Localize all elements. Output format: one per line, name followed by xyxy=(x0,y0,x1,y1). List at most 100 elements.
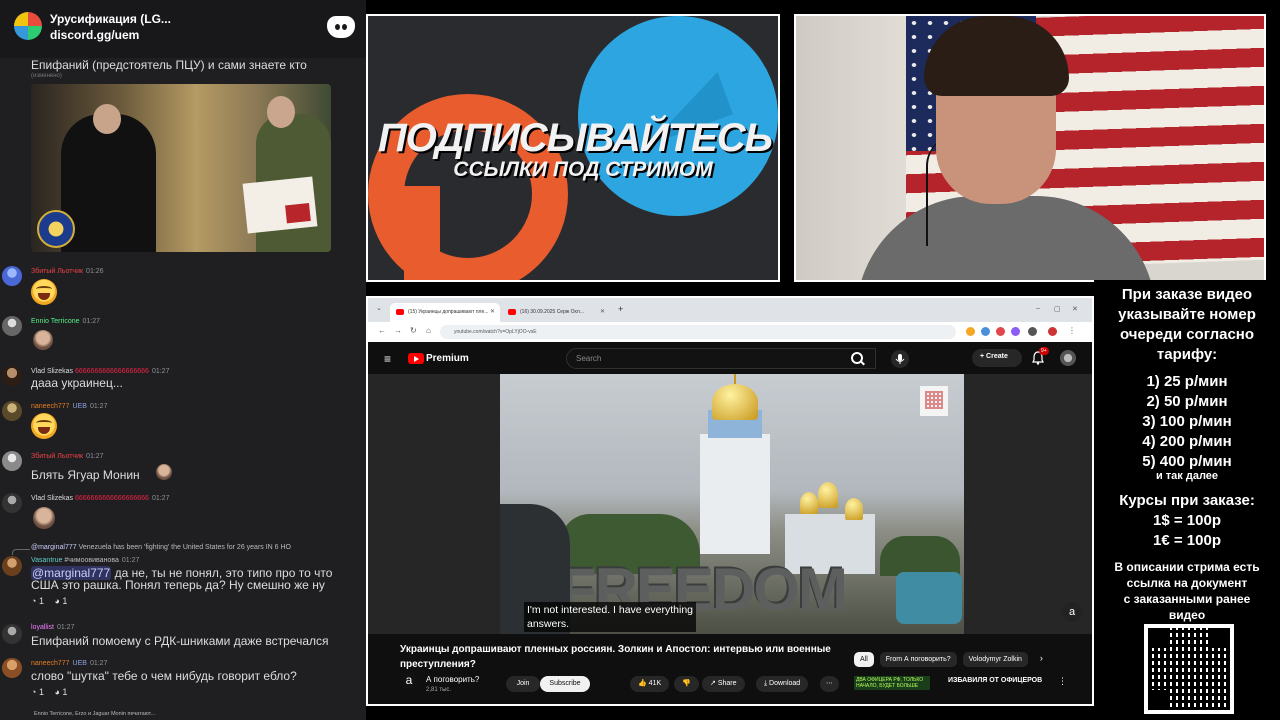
youtube-brand[interactable]: Premium xyxy=(426,353,469,364)
timestamp: 01:27 xyxy=(56,624,75,631)
avatar[interactable] xyxy=(2,366,22,386)
avatar[interactable] xyxy=(2,624,22,644)
discord-logo-icon xyxy=(327,16,355,38)
extensions-puzzle-icon[interactable] xyxy=(1028,327,1037,336)
video-title: Украинцы допрашивают пленных россиян. Зо… xyxy=(400,644,831,670)
like-button[interactable]: 👍 41K xyxy=(630,676,670,692)
more-icon[interactable]: ⋮ xyxy=(1058,676,1067,687)
price-tier: 5) 400 р/мин xyxy=(1142,453,1232,470)
reactions[interactable]: ◔ 1 ◕ 1 xyxy=(31,687,75,697)
message-header: Ennio Terricone 01:27 xyxy=(31,318,100,325)
avatar[interactable] xyxy=(2,316,22,336)
username[interactable]: Vlad Slizekas xyxy=(31,495,73,502)
username[interactable]: Ennio Terricone xyxy=(31,318,80,325)
channel-avatar[interactable]: а xyxy=(400,672,418,690)
description-line: с заказанными ранее xyxy=(1123,592,1251,606)
browser-tab[interactable]: (16) 30.09.2025 Серж Охл... ✕ xyxy=(502,303,610,322)
close-icon[interactable]: ✕ xyxy=(490,308,495,315)
avatar[interactable] xyxy=(2,451,22,471)
home-icon[interactable]: ⌂ xyxy=(426,326,431,335)
reaction[interactable]: ◕ 1 xyxy=(54,596,71,606)
reaction[interactable]: ◔ 1 xyxy=(31,596,48,606)
download-button[interactable]: ⤓ Download xyxy=(756,676,809,692)
channel-watermark-icon[interactable]: a xyxy=(1062,602,1082,622)
extension-icon[interactable] xyxy=(966,327,975,336)
menu-kebab-icon[interactable]: ⋮ xyxy=(1068,326,1076,335)
search-input[interactable]: Search xyxy=(566,348,876,369)
join-button[interactable]: Join xyxy=(506,676,540,692)
video-player[interactable]: FREEDOM I'm not interested. I have every… xyxy=(500,374,964,634)
message-header: Vlad Slizekas 6666666666666666666 01:27 xyxy=(31,495,169,502)
server-banner[interactable]: Урусификация (LG... discord.gg/uem xyxy=(0,0,366,58)
username[interactable]: naneech777 xyxy=(31,403,70,410)
server-icon xyxy=(14,12,42,40)
avatar[interactable] xyxy=(2,556,22,576)
share-button[interactable]: ↗ Share xyxy=(702,676,745,692)
account-avatar[interactable] xyxy=(1060,350,1076,366)
avatar[interactable] xyxy=(2,658,22,678)
username[interactable]: loyallist xyxy=(31,624,54,631)
forward-icon[interactable]: → xyxy=(394,326,402,335)
golden-dome xyxy=(712,384,758,420)
username[interactable]: Vlad Slizekas xyxy=(31,368,73,375)
price-tier: 4) 200 р/мин xyxy=(1142,433,1232,450)
hamburger-menu-icon[interactable]: ≡ xyxy=(384,352,391,366)
username[interactable]: naneech777 xyxy=(31,660,70,667)
tab-search-icon[interactable]: ⌄ xyxy=(376,304,382,312)
pricing-intro: При заказе видео xyxy=(1121,286,1253,303)
browser-tab-active[interactable]: (15) Украинцы допрашивают пле... ✕ xyxy=(390,303,500,322)
recommended-title[interactable]: ИЗБАВИЛЯ ОТ ОФИЦЕРОВ xyxy=(948,677,1042,684)
more-actions-button[interactable]: ⋯ xyxy=(820,676,839,692)
chip-from-channel[interactable]: From А поговорить? xyxy=(879,652,957,667)
extension-icon[interactable] xyxy=(1011,327,1020,336)
close-icon[interactable]: ✕ xyxy=(600,308,605,315)
profile-icon[interactable] xyxy=(1048,327,1057,336)
timestamp: 01:27 xyxy=(151,368,170,375)
avatar[interactable] xyxy=(2,493,22,513)
channel-subscribers: 2,81 тыс. xyxy=(426,687,452,693)
youtube-logo-icon[interactable] xyxy=(408,353,424,364)
reload-icon[interactable]: ↻ xyxy=(410,326,417,335)
message-text: дааа украинец... xyxy=(31,376,123,390)
new-tab-icon[interactable]: + xyxy=(618,304,623,314)
dislike-button[interactable]: 👎 xyxy=(674,676,699,692)
avatar[interactable] xyxy=(2,401,22,421)
microphone-icon[interactable] xyxy=(890,350,910,368)
pricing-panel: При заказе видео указывайте номер очеред… xyxy=(1094,280,1280,720)
search-icon[interactable] xyxy=(840,348,874,369)
chip-all[interactable]: All xyxy=(854,652,874,667)
reactions[interactable]: ◔ 1 ◕ 1 xyxy=(31,596,75,606)
attached-photo[interactable] xyxy=(31,84,331,252)
laughing-emoji-icon xyxy=(31,279,57,305)
minimize-icon[interactable]: – xyxy=(1036,305,1040,312)
username[interactable]: Vasantrue xyxy=(31,557,62,564)
back-icon[interactable]: ← xyxy=(378,326,386,335)
avatar[interactable] xyxy=(2,266,22,286)
pricing-intro: очереди согласно xyxy=(1119,326,1255,343)
message-text: Блять Ягуар Монин xyxy=(31,468,140,482)
reply-preview[interactable]: @marginal777 Venezuela has been 'fightin… xyxy=(31,544,291,551)
timestamp: 01:27 xyxy=(89,660,108,667)
maximize-icon[interactable]: ▢ xyxy=(1054,305,1061,313)
close-window-icon[interactable]: ✕ xyxy=(1072,305,1078,313)
reaction[interactable]: ◕ 1 xyxy=(54,687,71,697)
subscribe-button[interactable]: Subscribe xyxy=(540,676,590,692)
channel-name[interactable]: А поговорить? xyxy=(426,675,479,684)
discord-chat-overlay: Урусификация (LG... discord.gg/uem Епифа… xyxy=(0,0,366,720)
promo-panel: ПОДПИСЫВАЙТЕСЬ ССЫЛКИ ПОД СТРИМОМ xyxy=(366,14,780,282)
extension-icon[interactable] xyxy=(996,327,1005,336)
username[interactable]: Збитый Льотчик xyxy=(31,268,83,275)
reaction[interactable]: ◔ 1 xyxy=(31,687,48,697)
description-line: В описании стрима есть xyxy=(1114,560,1260,574)
username[interactable]: Збитый Льотчик xyxy=(31,453,83,460)
qr-code-icon xyxy=(1144,624,1234,714)
role-badge: UEB xyxy=(72,660,87,667)
chevron-right-icon[interactable]: › xyxy=(1040,653,1043,663)
message-header: Збитый Льотчик 01:27 xyxy=(31,453,104,460)
url-input[interactable]: youtube.com/watch?v=OpLYjOO-vsE xyxy=(440,325,956,339)
recommended-thumbnail[interactable]: ДВА ОФИЦЕРА РФ, ТОЛЬКО НАЧАЛО, БУДЕТ БОЛ… xyxy=(854,676,930,690)
server-invite[interactable]: discord.gg/uem xyxy=(50,28,139,42)
extension-icon[interactable] xyxy=(981,327,990,336)
chip-zolkin[interactable]: Volodymyr Zolkin xyxy=(962,652,1028,667)
create-button[interactable]: + Create xyxy=(972,349,1022,367)
